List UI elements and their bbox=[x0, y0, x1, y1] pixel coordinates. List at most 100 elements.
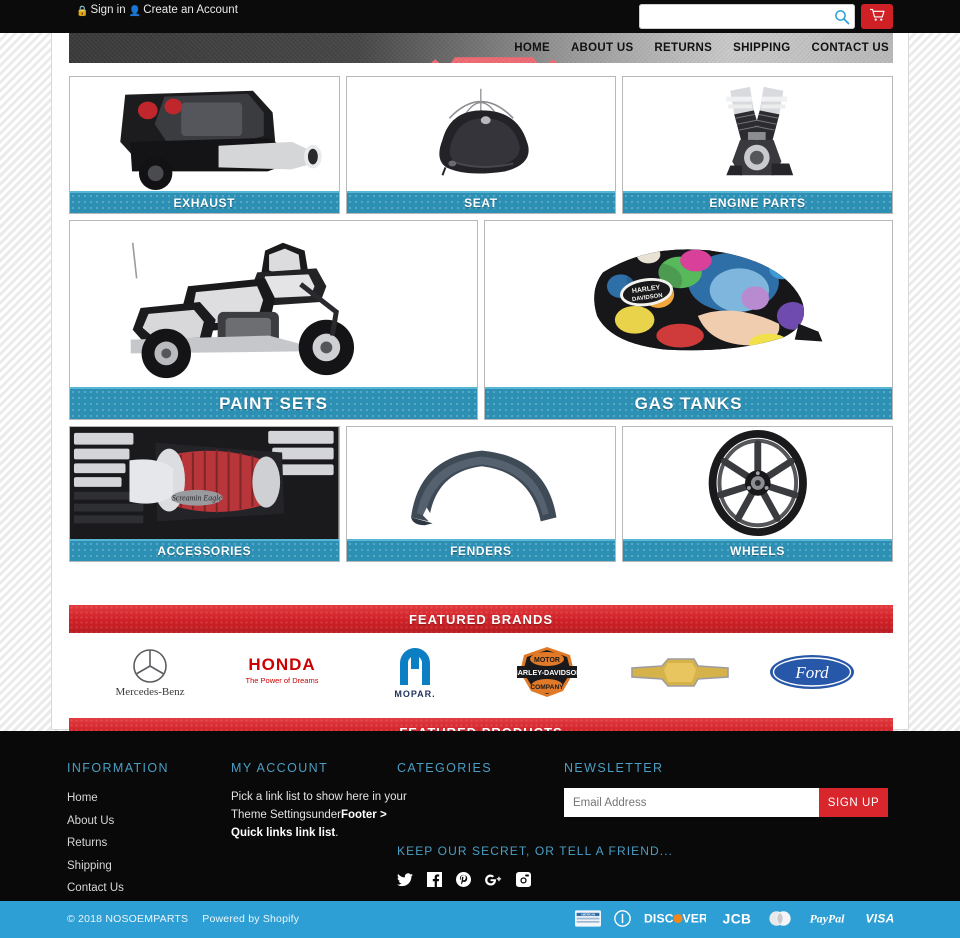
newsletter-form: SIGN UP bbox=[564, 788, 888, 817]
note-line-2: Theme Settings bbox=[231, 809, 312, 821]
footer-link-home[interactable]: Home bbox=[67, 792, 98, 804]
nav-item-returns[interactable]: RETURNS bbox=[654, 42, 712, 54]
discover-icon: DISC VER bbox=[644, 912, 706, 926]
category-tile-paint-sets[interactable]: PAINT SETS bbox=[69, 220, 478, 420]
google-plus-icon bbox=[485, 873, 502, 886]
svg-text:VISA: VISA bbox=[866, 912, 895, 926]
jcb-icon: JCB bbox=[723, 912, 752, 927]
category-caption: ENGINE PARTS bbox=[623, 191, 892, 213]
footer: INFORMATION Home About Us Returns Shippi… bbox=[0, 731, 960, 901]
brand-honda[interactable]: HONDA The Power of Dreams bbox=[227, 650, 337, 699]
category-caption: GAS TANKS bbox=[485, 387, 892, 419]
category-tile-seat[interactable]: SEAT bbox=[345, 76, 617, 214]
category-tile-fenders[interactable]: FENDERS bbox=[345, 426, 617, 562]
search-input[interactable] bbox=[639, 4, 829, 29]
category-caption: WHEELS bbox=[623, 539, 892, 561]
footer-link-shipping[interactable]: Shipping bbox=[67, 860, 112, 872]
footer-link-contact-us[interactable]: Contact Us bbox=[67, 882, 124, 894]
category-tile-accessories[interactable]: Screamin Eagle ACCESSORIES bbox=[69, 426, 340, 562]
svg-text:COMPANY: COMPANY bbox=[531, 684, 565, 691]
footer-col-newsletter: NEWSLETTER SIGN UP bbox=[564, 761, 894, 817]
paypal-icon: PayPal bbox=[810, 912, 846, 926]
newsletter-email-input[interactable] bbox=[564, 788, 819, 817]
list-item: Contact Us bbox=[67, 878, 169, 896]
nav-item-shipping[interactable]: SHIPPING bbox=[733, 42, 790, 54]
svg-text:VER: VER bbox=[683, 912, 706, 926]
chevrolet-bowtie-logo bbox=[630, 657, 729, 687]
footer-link-returns[interactable]: Returns bbox=[67, 837, 107, 849]
lock-icon: 🔒 bbox=[76, 6, 89, 17]
sign-in-link[interactable]: 🔒 Sign in bbox=[76, 4, 126, 17]
instagram-link[interactable] bbox=[516, 872, 531, 892]
category-row-1: EXHAUST SEAT ENGINE PARTS bbox=[69, 76, 893, 214]
engine-parts-image bbox=[623, 77, 892, 191]
facebook-icon bbox=[427, 872, 442, 887]
footer-my-account-note: Pick a link list to show here in your Th… bbox=[231, 788, 416, 842]
sign-in-label: Sign in bbox=[90, 4, 126, 16]
note-line-5: Quick links link list bbox=[231, 827, 336, 839]
google-plus-link[interactable] bbox=[485, 873, 502, 892]
svg-text:MOTOR: MOTOR bbox=[534, 657, 560, 664]
footer-col-information: INFORMATION Home About Us Returns Shippi… bbox=[67, 761, 169, 901]
harley-davidson-logo: MOTOR HARLEY-DAVIDSON COMPANY bbox=[513, 646, 582, 697]
visa-icon: VISA bbox=[866, 912, 895, 926]
category-tile-engine-parts[interactable]: ENGINE PARTS bbox=[622, 76, 893, 214]
nav-item-contact-us[interactable]: CONTACT US bbox=[811, 42, 889, 54]
user-icon: 👤 bbox=[128, 6, 142, 17]
american-express-icon: AMERICAN bbox=[575, 910, 601, 927]
svg-text:HARLEY-DAVIDSON: HARLEY-DAVIDSON bbox=[513, 668, 582, 677]
category-tile-exhaust[interactable]: EXHAUST bbox=[69, 76, 340, 214]
wheels-image bbox=[623, 427, 892, 539]
diners-club-icon bbox=[614, 910, 631, 927]
category-tile-gas-tanks[interactable]: HARLEY DAVIDSON GAS TANKS bbox=[484, 220, 893, 420]
cart-button[interactable] bbox=[861, 4, 893, 29]
create-account-link[interactable]: 👤 Create an Account bbox=[129, 4, 238, 17]
category-grid: EXHAUST SEAT ENGINE PARTS PAINT SETS HAR… bbox=[69, 76, 893, 568]
exhaust-image bbox=[70, 77, 339, 191]
svg-text:PayPal: PayPal bbox=[810, 912, 846, 926]
brand-mopar[interactable]: MOPAR. bbox=[360, 645, 470, 704]
honda-logo: HONDA The Power of Dreams bbox=[246, 655, 319, 685]
mastercard-icon bbox=[769, 911, 791, 926]
category-tile-wheels[interactable]: WHEELS bbox=[622, 426, 893, 562]
footer-link-about-us[interactable]: About Us bbox=[67, 815, 114, 827]
twitter-icon bbox=[397, 872, 413, 886]
newsletter-signup-button[interactable]: SIGN UP bbox=[819, 788, 888, 817]
footer-tagline: KEEP OUR SECRET, OR TELL A FRIEND... bbox=[397, 844, 674, 858]
twitter-link[interactable] bbox=[397, 872, 413, 892]
copyright-label: © 2018 NOSOEMPARTS bbox=[67, 913, 189, 925]
brand-harley-davidson[interactable]: MOTOR HARLEY-DAVIDSON COMPANY bbox=[492, 646, 602, 703]
search-button[interactable] bbox=[833, 8, 851, 26]
mercedes-benz-logo: Mercedes-Benz bbox=[115, 648, 185, 698]
list-item: About Us bbox=[67, 811, 169, 829]
svg-text:The Power of Dreams: The Power of Dreams bbox=[246, 676, 319, 685]
accessories-image: Screamin Eagle bbox=[70, 427, 339, 539]
note-line-3: under bbox=[311, 809, 341, 821]
note-line-6: . bbox=[335, 827, 339, 839]
footer-information-links: Home About Us Returns Shipping Contact U… bbox=[67, 788, 169, 896]
svg-text:DISC: DISC bbox=[644, 912, 674, 926]
instagram-icon bbox=[516, 872, 531, 887]
ford-logo: Ford bbox=[769, 654, 854, 689]
brand-mercedes-benz[interactable]: Mercedes-Benz bbox=[95, 645, 205, 704]
pinterest-link[interactable] bbox=[456, 872, 471, 892]
note-line-4: Footer > bbox=[340, 809, 387, 821]
brand-chevrolet[interactable] bbox=[625, 652, 735, 697]
account-links: 🔒 Sign in 👤 Create an Account bbox=[76, 2, 266, 20]
create-account-label: Create an Account bbox=[143, 4, 238, 16]
facebook-link[interactable] bbox=[427, 872, 442, 892]
footer-col-my-account: MY ACCOUNT Pick a link list to show here… bbox=[231, 761, 416, 842]
svg-text:JCB: JCB bbox=[723, 912, 752, 927]
footer-col-categories: CATEGORIES bbox=[397, 761, 492, 788]
category-caption: PAINT SETS bbox=[70, 387, 477, 419]
search-box[interactable] bbox=[639, 4, 855, 29]
category-caption: SEAT bbox=[346, 191, 616, 213]
brand-ford[interactable]: Ford bbox=[757, 652, 867, 697]
brand-logos: Mercedes-Benz HONDA The Power of Dreams … bbox=[69, 639, 893, 709]
bottom-bar: © 2018 NOSOEMPARTS Powered by Shopify AME… bbox=[0, 901, 960, 938]
nav-item-about-us[interactable]: ABOUT US bbox=[571, 42, 633, 54]
svg-text:MOPAR.: MOPAR. bbox=[394, 689, 435, 699]
search-icon bbox=[835, 10, 850, 25]
nav-item-home[interactable]: HOME bbox=[514, 42, 550, 54]
pinterest-icon bbox=[456, 872, 471, 887]
